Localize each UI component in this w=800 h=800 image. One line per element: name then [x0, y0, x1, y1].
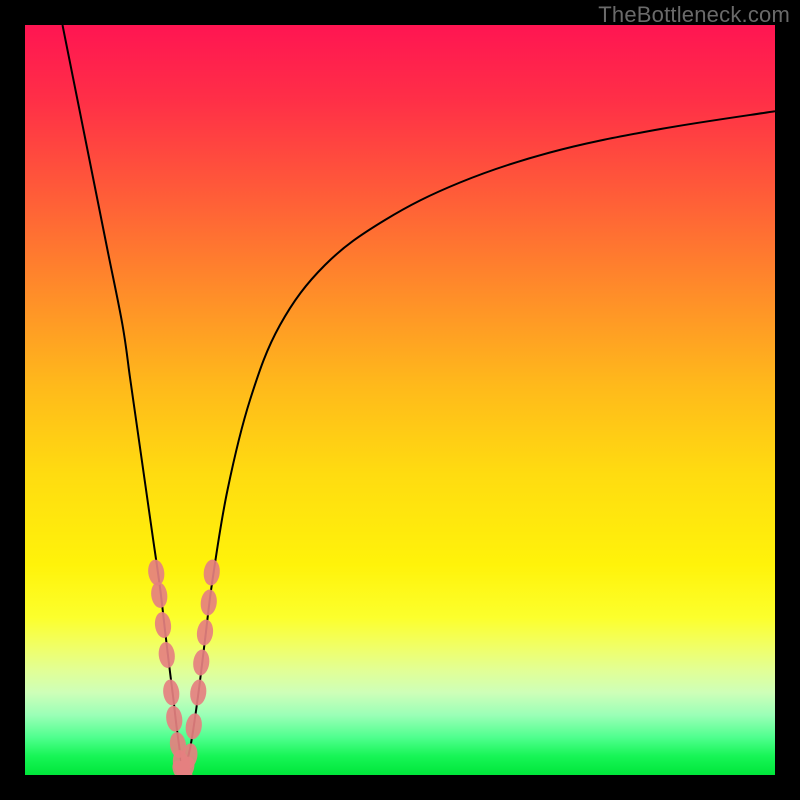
plot-area — [25, 25, 775, 775]
gradient-background — [25, 25, 775, 775]
watermark-text: TheBottleneck.com — [598, 2, 790, 28]
chart-canvas — [25, 25, 775, 775]
outer-frame: TheBottleneck.com — [0, 0, 800, 800]
